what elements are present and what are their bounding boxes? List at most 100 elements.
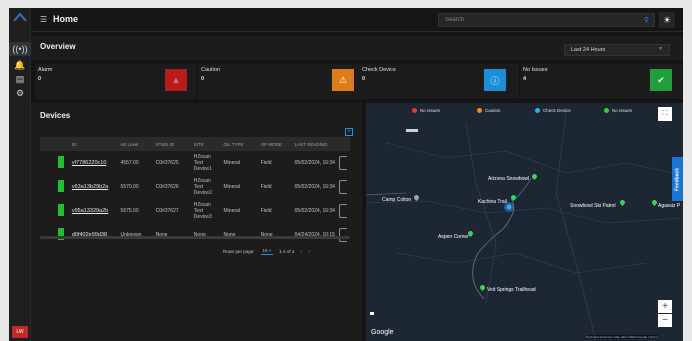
devices-panel: Devices + ID H2 Level STMS ID SITE OIL T… (31, 103, 362, 341)
card-label: Check Device (362, 67, 396, 73)
device-id-cell: v63a13b29b2a (72, 175, 119, 199)
status-indicator (58, 180, 64, 192)
actions-cell (337, 151, 350, 175)
sidebar-item-sensors[interactable]: ((•)) (9, 42, 31, 56)
card-label: Alarm (38, 67, 53, 73)
user-avatar[interactable]: LW (12, 326, 28, 338)
status-card-no-issues[interactable]: No Issues 4 ✔ (520, 64, 683, 99)
oil-type-cell: None (223, 232, 236, 238)
row-action-button[interactable] (339, 156, 348, 170)
top-bar: ☰ Home ⚲ ☀ (31, 8, 683, 32)
time-range-value: Last 24 Hours (571, 47, 606, 53)
device-id-cell: d0f402e99d38 (72, 223, 119, 247)
map-attribution[interactable]: Keyboard shortcuts | Map data ©2024 Goog… (586, 335, 658, 339)
place-label: Camp Colton (382, 197, 412, 203)
stms-id-cell: C0#37626 (155, 184, 179, 190)
document-icon: ▤ (15, 73, 25, 84)
status-card-check-device[interactable]: Check Device 0 ⓘ (359, 64, 519, 99)
fullscreen-button[interactable]: ⛶ (658, 107, 672, 121)
stms-id-cell: None (155, 232, 168, 238)
table-row[interactable]: v63a13b29b2a 5570.00 C0#37626 H2scan Tes… (40, 175, 350, 199)
op-mode-cell: Field (260, 184, 272, 190)
search-icon[interactable]: ⚲ (644, 16, 649, 24)
stms-id-cell: C0#37627 (155, 208, 179, 214)
site-cell: H2scan Test Device1 (193, 154, 212, 172)
feedback-tab[interactable]: Feedback (672, 157, 683, 201)
legend-item: No Issues (604, 108, 632, 113)
table-row[interactable]: d0f402e99d38 Unknown None None None None… (40, 223, 350, 247)
last-reading-cell: 04/24/2024, 10:15 (294, 232, 335, 238)
next-page-icon[interactable]: › (308, 249, 310, 255)
table-header-row: ID H2 Level STMS ID SITE OIL TYPE OP MOD… (40, 137, 350, 151)
legend-label: Check Device (543, 108, 571, 113)
left-sidebar: ((•)) 🔔 ▤ ⚙ LW (9, 8, 31, 341)
theme-toggle-button[interactable]: ☀ (659, 12, 675, 28)
status-indicator (58, 156, 64, 168)
table-row[interactable]: vf7786220c10 4557.00 C0#37625 H2scan Tes… (40, 151, 350, 175)
table-row[interactable]: v95a13329a2b 5675.00 C0#37627 H2scan Tes… (40, 199, 350, 223)
legend-item: Caution (477, 108, 501, 113)
search-input[interactable] (439, 17, 634, 23)
sidebar-item-settings[interactable]: ⚙ (9, 86, 31, 100)
fullscreen-icon: ⛶ (662, 110, 668, 117)
add-device-icon[interactable]: + (345, 128, 353, 136)
legend-item: Check Device (535, 108, 571, 113)
device-id-link[interactable]: vf7786220c10 (72, 160, 107, 166)
card-count: 4 (523, 76, 527, 82)
legend-label: No Issues (612, 108, 633, 113)
h2-level-cell: 4557.00 (120, 160, 139, 166)
card-count: 0 (38, 76, 42, 82)
sidebar-item-reports[interactable]: ▤ (9, 72, 31, 86)
chevron-down-icon: ▾ (268, 248, 272, 253)
column-header-h2-level[interactable]: H2 Level (119, 137, 154, 151)
sidebar-item-alerts[interactable]: 🔔 (9, 58, 31, 72)
column-header-op-mode[interactable]: OP MODE (259, 137, 293, 151)
last-reading-cell: 05/02/2024, 16:34 (294, 160, 335, 166)
place-label: Snowbowl Ski Patrol (570, 203, 616, 209)
horizontal-scrollbar[interactable] (40, 236, 350, 239)
last-reading-cell: 05/02/2024, 16:34 (294, 208, 335, 214)
last-reading-cell: 05/02/2024, 16:34 (294, 184, 335, 190)
gear-icon: ⚙ (15, 87, 25, 98)
status-cell (40, 199, 72, 223)
map-label-chip (406, 129, 418, 132)
previous-page-icon[interactable]: ‹ (300, 249, 302, 255)
legend-item: No Issues (412, 108, 440, 113)
row-action-button[interactable] (339, 204, 348, 218)
place-label: Kachina Trail (478, 199, 507, 205)
map-panel[interactable]: No Issues Caution Check Device No Issues… (366, 103, 683, 341)
page-range: 1-4 of 4 (279, 249, 295, 254)
time-range-select[interactable]: Last 24 Hours ▼ (564, 44, 670, 56)
check-circle-icon: ✔ (650, 69, 672, 91)
h2-level-cell: 5570.00 (120, 184, 139, 190)
overview-header: Overview Last 24 Hours ▼ (31, 36, 683, 60)
device-id-link[interactable]: v95a13329a2b (72, 208, 108, 214)
rows-per-page-select[interactable]: 10 ▾ (260, 248, 274, 255)
column-header-stms-id[interactable]: STMS ID (154, 137, 192, 151)
status-indicator (58, 204, 64, 216)
info-icon: ⓘ (484, 69, 506, 91)
row-action-button[interactable] (339, 180, 348, 194)
stms-id-cell: C0#37625 (155, 160, 179, 166)
menu-icon[interactable]: ☰ (40, 15, 47, 24)
site-cell: H2scan Test Device3 (193, 202, 212, 220)
zoom-out-button[interactable]: − (658, 314, 672, 327)
rows-per-page-value: 10 (262, 248, 268, 253)
device-id-link[interactable]: v63a13b29b2a (72, 184, 108, 190)
devices-table: ID H2 Level STMS ID SITE OIL TYPE OP MOD… (40, 137, 350, 247)
card-label: No Issues (523, 67, 548, 73)
row-action-button[interactable] (339, 228, 348, 242)
status-card-alarm[interactable]: Alarm 0 ▲ (35, 64, 196, 99)
legend-dot (412, 108, 417, 113)
column-header-oil-type[interactable]: OIL TYPE (222, 137, 259, 151)
place-label: Aspen Corner (438, 234, 469, 240)
chevron-down-icon: ▼ (658, 46, 663, 52)
device-id-cell: vf7786220c10 (72, 151, 119, 175)
rows-per-page-label: Rows per page: (223, 249, 255, 254)
actions-column-header (337, 137, 350, 151)
column-header-site[interactable]: SITE (192, 137, 222, 151)
column-header-id[interactable]: ID (72, 137, 119, 151)
column-header-last-reading[interactable]: LAST READING (293, 137, 338, 151)
zoom-in-button[interactable]: + (658, 300, 672, 313)
status-card-caution[interactable]: Caution 0 ⚠ (198, 64, 360, 99)
